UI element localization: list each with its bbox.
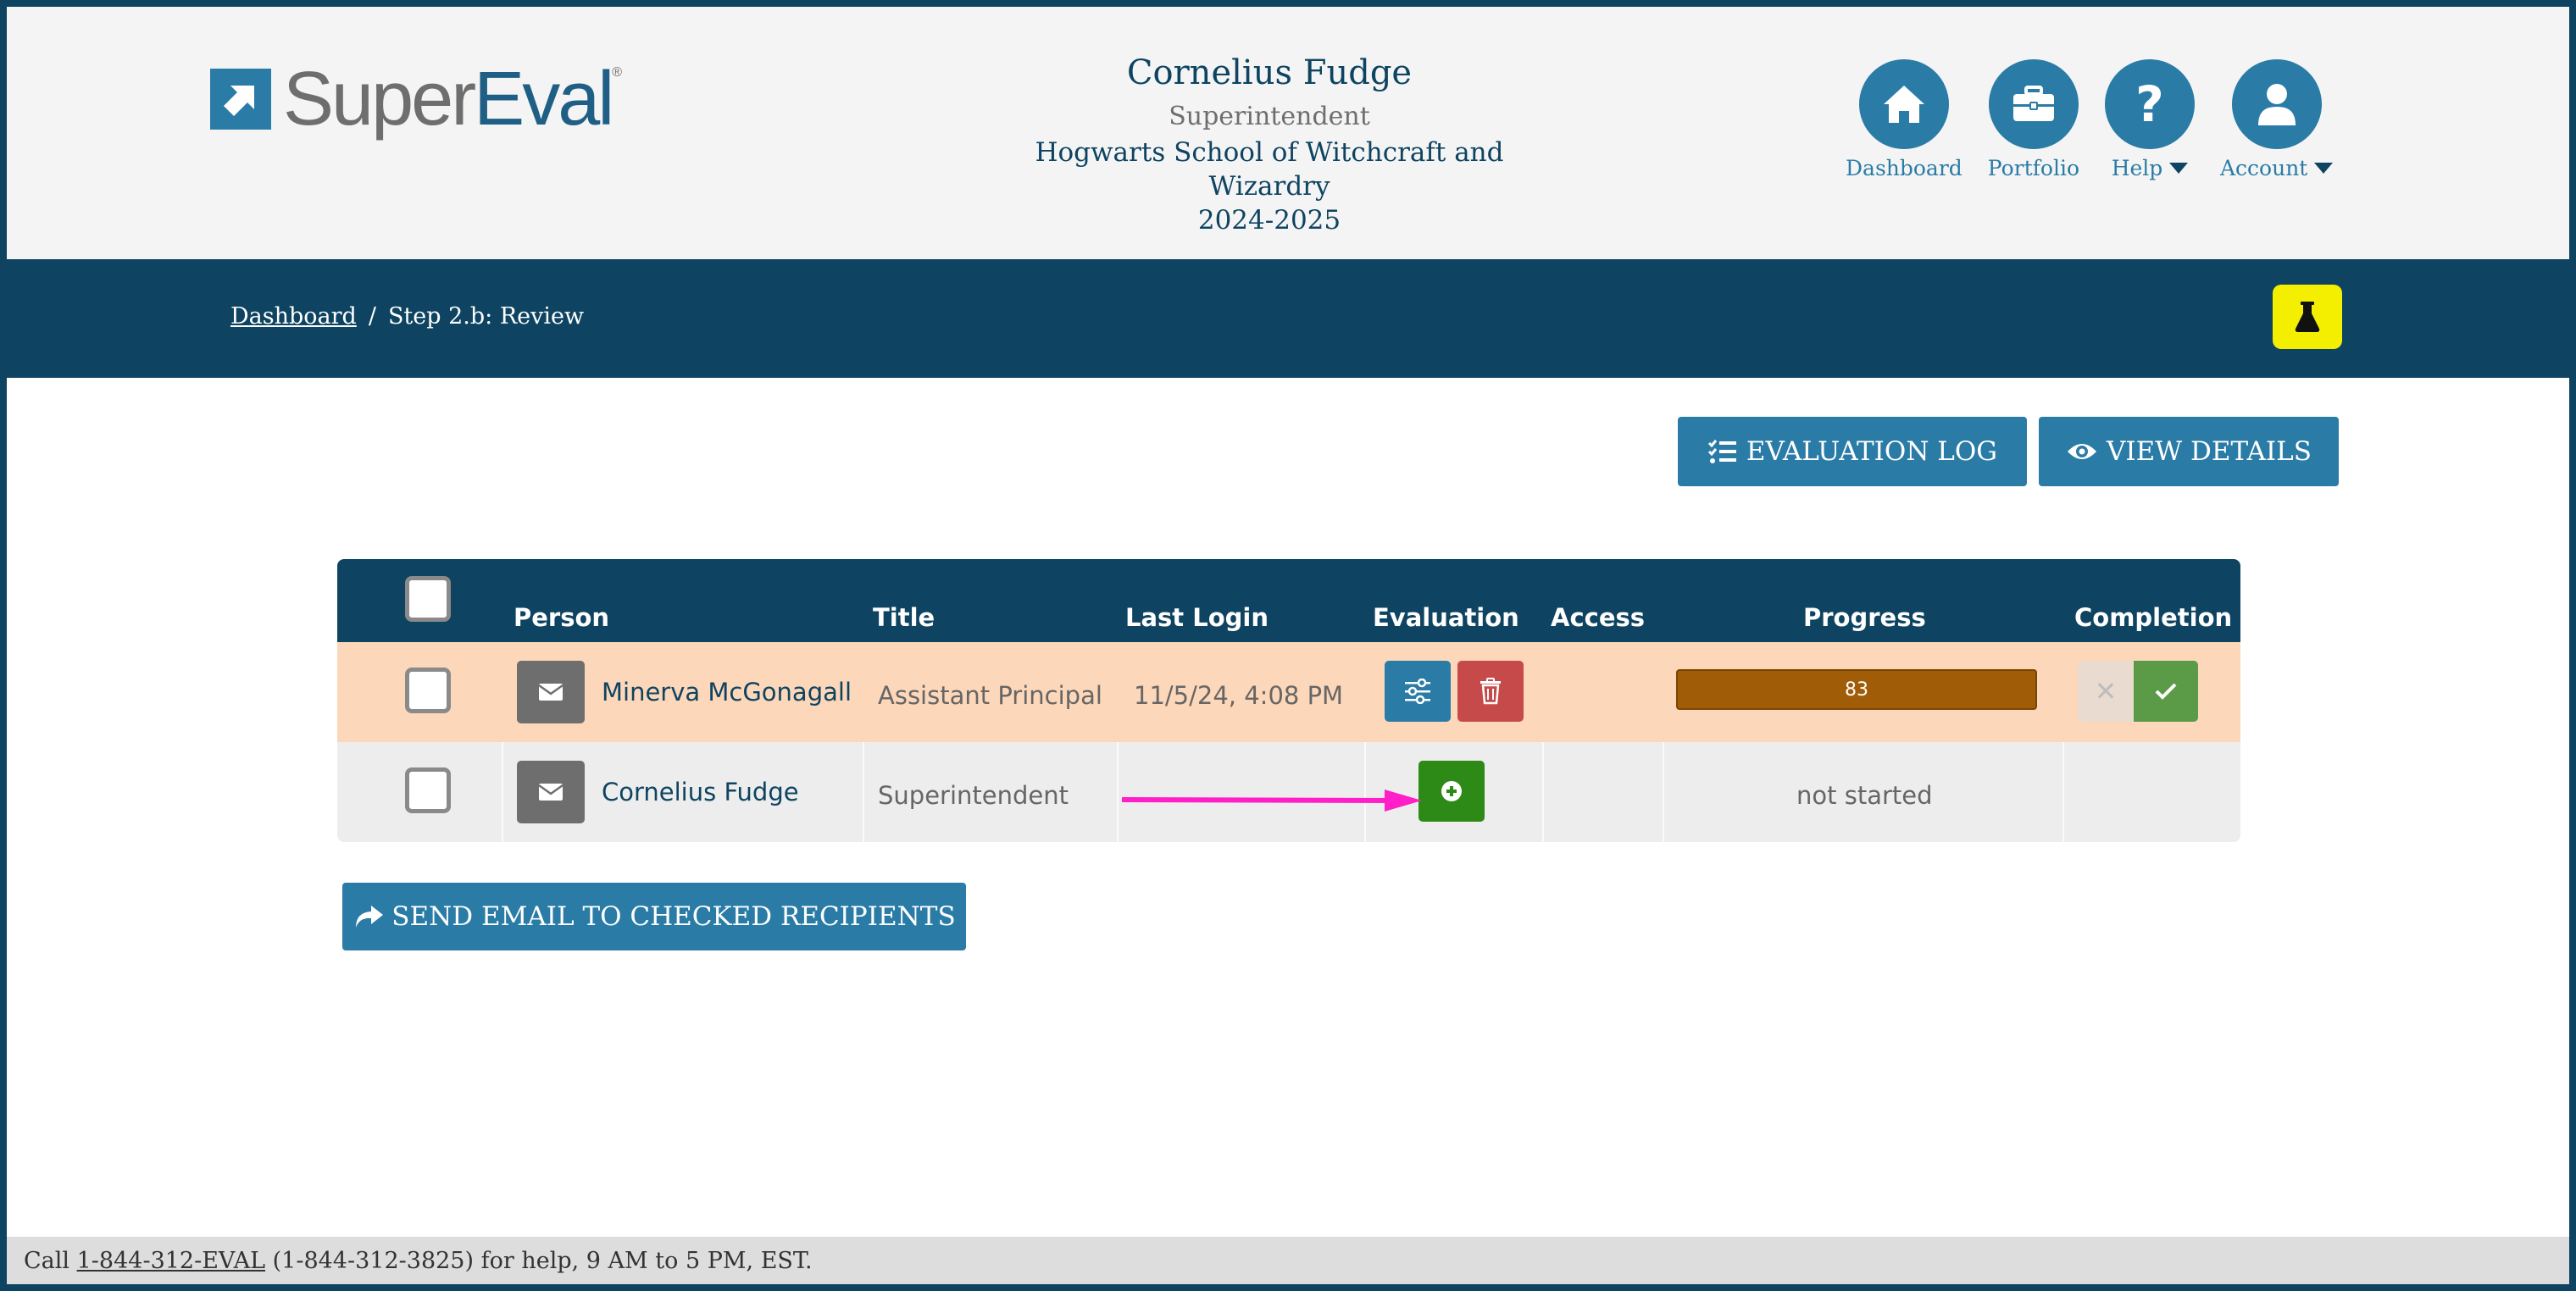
list-check-icon bbox=[1707, 440, 1736, 463]
close-icon[interactable]: ✕ bbox=[2095, 675, 2118, 707]
person-title: Assistant Principal bbox=[878, 681, 1102, 710]
nav-portfolio-text[interactable]: Portfolio bbox=[1988, 156, 2079, 180]
logo-super-text: Super bbox=[283, 57, 476, 141]
nav-dashboard-text[interactable]: Dashboard bbox=[1846, 156, 1963, 180]
user-role: Superintendent bbox=[1169, 102, 1370, 131]
view-details-label[interactable]: VIEW DETAILS bbox=[2107, 436, 2312, 467]
row-checkbox[interactable] bbox=[405, 668, 451, 713]
envelope-icon[interactable] bbox=[517, 761, 585, 823]
table-row: Minerva McGonagall Assistant Principal 1… bbox=[337, 642, 2240, 742]
share-icon bbox=[356, 906, 384, 928]
nav-help-text[interactable]: Help bbox=[2112, 156, 2163, 180]
column-divider bbox=[1663, 742, 1664, 842]
column-divider bbox=[1117, 742, 1119, 842]
progress-bar: 83 bbox=[1676, 669, 2037, 710]
footer-phone-link[interactable]: 1-844-312-EVAL bbox=[77, 1248, 265, 1274]
column-divider bbox=[863, 742, 864, 842]
logo-mark-icon bbox=[210, 69, 271, 130]
column-divider bbox=[2062, 742, 2064, 842]
trash-icon[interactable] bbox=[1457, 661, 1524, 722]
briefcase-icon[interactable] bbox=[1988, 59, 2079, 149]
school-year: 2024-2025 bbox=[1197, 205, 1341, 235]
mark-complete-button[interactable] bbox=[2134, 661, 2198, 722]
mark-incomplete-button[interactable]: ✕ bbox=[2078, 661, 2134, 722]
breadcrumb: Dashboard / Step 2.b: Review bbox=[230, 303, 584, 330]
nav-account-text[interactable]: Account bbox=[2220, 156, 2307, 180]
breadcrumb-separator: / bbox=[368, 303, 376, 330]
plus-circle-icon bbox=[1441, 781, 1462, 801]
nav-account-label[interactable]: Account bbox=[2220, 156, 2334, 180]
send-email-label[interactable]: SEND EMAIL TO CHECKED RECIPIENTS bbox=[391, 901, 955, 932]
check-icon bbox=[2155, 683, 2177, 700]
person-name[interactable]: Minerva McGonagall bbox=[602, 678, 852, 706]
column-divider bbox=[1542, 742, 1544, 842]
footer-suffix: (1-844-312-3825) for help, 9 AM to 5 PM,… bbox=[265, 1247, 813, 1274]
logo-eval-text: Eval bbox=[474, 57, 614, 141]
question-icon[interactable]: ? bbox=[2105, 59, 2195, 149]
envelope-icon[interactable] bbox=[517, 661, 585, 723]
header-person[interactable]: Person bbox=[514, 603, 609, 632]
table-header: Person Title Last Login Evaluation Acces… bbox=[337, 559, 2240, 642]
top-nav: Dashboard Portfolio ? Help Account bbox=[1846, 59, 2334, 180]
logo-wordmark: SuperEval® bbox=[283, 61, 622, 137]
row-checkbox[interactable] bbox=[405, 767, 451, 813]
superevel-logo[interactable]: SuperEval® bbox=[210, 61, 622, 137]
header-completion[interactable]: Completion bbox=[2074, 603, 2232, 632]
nav-help[interactable]: ? Help bbox=[2105, 59, 2195, 180]
header-access: Access bbox=[1551, 603, 1646, 632]
send-email-button[interactable]: SEND EMAIL TO CHECKED RECIPIENTS bbox=[342, 883, 966, 950]
nav-portfolio[interactable]: Portfolio bbox=[1988, 59, 2079, 180]
header-progress[interactable]: Progress bbox=[1803, 603, 1926, 632]
nav-account[interactable]: Account bbox=[2220, 59, 2334, 180]
nav-help-label[interactable]: Help bbox=[2112, 156, 2189, 180]
view-details-button[interactable]: VIEW DETAILS bbox=[2039, 417, 2339, 486]
evaluation-log-label[interactable]: EVALUATION LOG bbox=[1746, 436, 1997, 467]
header: SuperEval® Cornelius Fudge Superintenden… bbox=[7, 7, 2569, 259]
header-evaluation: Evaluation bbox=[1373, 603, 1519, 632]
header-last-login[interactable]: Last Login bbox=[1125, 603, 1269, 632]
annotation-arrow-icon bbox=[1122, 790, 1422, 812]
add-evaluation-button[interactable] bbox=[1418, 761, 1485, 822]
breadcrumb-dashboard-link[interactable]: Dashboard bbox=[230, 303, 357, 330]
school-name: Hogwarts School of Witchcraft and Wizard… bbox=[1035, 137, 1504, 202]
progress-status: not started bbox=[1796, 781, 1933, 810]
chevron-down-icon[interactable] bbox=[2314, 163, 2334, 174]
nav-dashboard-label[interactable]: Dashboard bbox=[1846, 156, 1963, 180]
select-all-checkbox[interactable] bbox=[405, 576, 451, 622]
progress-value: 83 bbox=[1845, 679, 1868, 701]
logo-registered-mark: ® bbox=[612, 65, 622, 80]
header-title[interactable]: Title bbox=[873, 603, 935, 632]
breadcrumb-bar: Dashboard / Step 2.b: Review bbox=[7, 259, 2569, 378]
user-name: Cornelius Fudge bbox=[1126, 53, 1413, 92]
eye-icon bbox=[2068, 444, 2097, 459]
breadcrumb-current: Step 2.b: Review bbox=[387, 303, 585, 330]
column-divider bbox=[502, 742, 503, 842]
home-icon[interactable] bbox=[1858, 59, 1949, 149]
user-context: Cornelius Fudge Superintendent Hogwarts … bbox=[1015, 49, 1524, 237]
person-title: Superintendent bbox=[878, 781, 1069, 810]
user-icon[interactable] bbox=[2231, 59, 2322, 149]
sliders-icon[interactable] bbox=[1385, 661, 1451, 722]
app-frame: SuperEval® Cornelius Fudge Superintenden… bbox=[7, 7, 2569, 1284]
flask-icon[interactable] bbox=[2273, 285, 2342, 349]
nav-portfolio-label[interactable]: Portfolio bbox=[1988, 156, 2079, 180]
evaluation-log-button[interactable]: EVALUATION LOG bbox=[1678, 417, 2027, 486]
chevron-down-icon[interactable] bbox=[2169, 163, 2189, 174]
footer: Call 1-844-312-EVAL (1-844-312-3825) for… bbox=[7, 1237, 2569, 1284]
last-login: 11/5/24, 4:08 PM bbox=[1134, 681, 1344, 710]
footer-prefix: Call bbox=[24, 1247, 77, 1274]
nav-dashboard[interactable]: Dashboard bbox=[1846, 59, 1963, 180]
person-name[interactable]: Cornelius Fudge bbox=[602, 778, 799, 806]
